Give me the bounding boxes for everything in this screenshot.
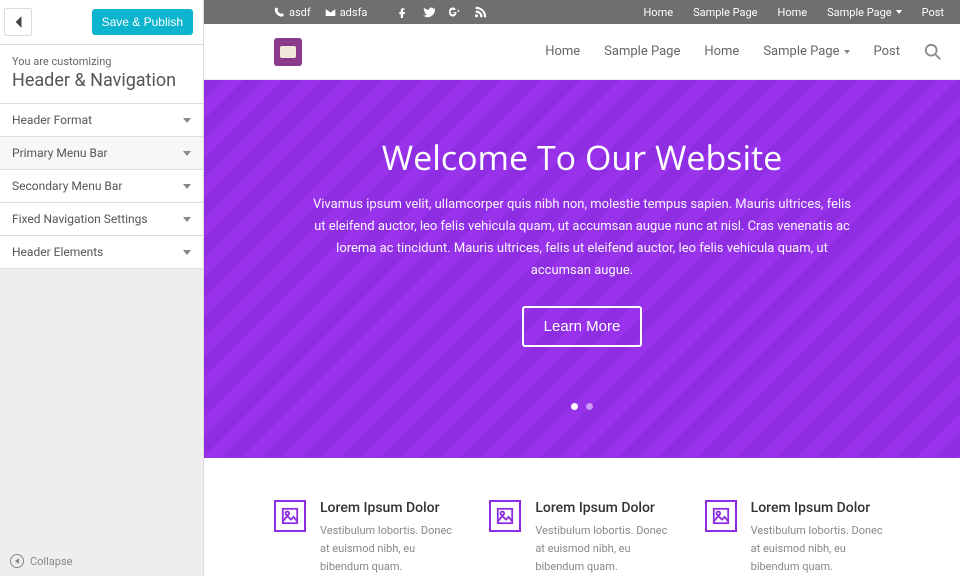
sidebar-title-block: You are customizing Header & Navigation <box>0 45 203 104</box>
topnav-home-2[interactable]: Home <box>778 6 808 19</box>
topnav-home[interactable]: Home <box>643 6 673 19</box>
accordion-label: Header Elements <box>12 245 103 259</box>
rss-icon[interactable] <box>475 6 487 18</box>
collapse-label: Collapse <box>30 555 72 568</box>
back-button[interactable] <box>4 8 32 36</box>
social-links <box>397 6 487 18</box>
features-grid: Lorem Ipsum Dolor Vestibulum lobortis. Do… <box>204 458 960 576</box>
main-nav: Home Sample Page Home Sample Page Post <box>545 43 942 61</box>
feature-text: Vestibulum lobortis. Donec at euismod ni… <box>535 522 674 575</box>
feature-title: Lorem Ipsum Dolor <box>751 500 890 516</box>
hero-title: Welcome To Our Website <box>284 134 880 180</box>
slider-dot-1[interactable] <box>571 403 578 410</box>
hero-slider: Welcome To Our Website Vivamus ipsum vel… <box>204 80 960 458</box>
site-logo[interactable] <box>274 38 302 66</box>
chevron-down-icon <box>183 217 191 222</box>
chevron-down-icon <box>844 50 850 54</box>
email-item[interactable]: adsfa <box>325 6 368 19</box>
phone-text: asdf <box>289 6 311 19</box>
chevron-down-icon <box>896 10 902 14</box>
collapse-icon <box>10 554 24 568</box>
chevron-left-icon <box>13 15 23 29</box>
mainnav-sample-page[interactable]: Sample Page <box>604 44 680 59</box>
collapse-button[interactable]: Collapse <box>0 546 203 576</box>
accordion-primary-menu-bar[interactable]: Primary Menu Bar <box>0 137 203 170</box>
topnav-sample-page[interactable]: Sample Page <box>693 6 757 19</box>
chevron-down-icon <box>183 184 191 189</box>
accordion-label: Header Format <box>12 113 92 127</box>
accordion-label: Secondary Menu Bar <box>12 179 123 193</box>
chevron-down-icon <box>183 151 191 156</box>
sidebar-title: Header & Navigation <box>12 70 191 91</box>
mainnav-sample-page-dropdown[interactable]: Sample Page <box>763 44 849 59</box>
accordion-label: Primary Menu Bar <box>12 146 108 160</box>
hero-cta-button[interactable]: Learn More <box>522 306 643 347</box>
feature-title: Lorem Ipsum Dolor <box>535 500 674 516</box>
accordion-label: Fixed Navigation Settings <box>12 212 148 226</box>
topnav-post[interactable]: Post <box>922 6 944 19</box>
save-publish-button[interactable]: Save & Publish <box>92 9 193 35</box>
image-icon <box>489 500 521 532</box>
nav-label: Sample Page <box>827 6 891 19</box>
facebook-icon[interactable] <box>397 6 409 18</box>
nav-label: Sample Page <box>763 44 839 59</box>
search-icon[interactable] <box>924 43 942 61</box>
chevron-down-icon <box>183 250 191 255</box>
envelope-icon <box>325 7 336 18</box>
accordion-header-elements[interactable]: Header Elements <box>0 236 203 269</box>
mainnav-post[interactable]: Post <box>874 44 901 59</box>
slider-dots <box>284 403 880 410</box>
feature-text: Vestibulum lobortis. Donec at euismod ni… <box>751 522 890 575</box>
customizer-sidebar: Save & Publish You are customizing Heade… <box>0 0 204 576</box>
slider-dot-2[interactable] <box>586 403 593 410</box>
secondary-menu-bar: asdf adsfa Home Sample Page Home <box>204 0 960 24</box>
topnav-sample-page-dropdown[interactable]: Sample Page <box>827 6 901 19</box>
feature-title: Lorem Ipsum Dolor <box>320 500 459 516</box>
accordion-secondary-menu-bar[interactable]: Secondary Menu Bar <box>0 170 203 203</box>
image-icon <box>705 500 737 532</box>
phone-icon <box>274 7 285 18</box>
phone-item[interactable]: asdf <box>274 6 311 19</box>
accordion-fixed-navigation[interactable]: Fixed Navigation Settings <box>0 203 203 236</box>
feature-item: Lorem Ipsum Dolor Vestibulum lobortis. Do… <box>274 500 459 575</box>
hero-body: Vivamus ipsum velit, ullamcorper quis ni… <box>312 194 852 282</box>
mainnav-home[interactable]: Home <box>545 44 580 59</box>
sidebar-subtitle: You are customizing <box>12 55 191 68</box>
sidebar-header: Save & Publish <box>0 0 203 45</box>
email-text: adsfa <box>340 6 368 19</box>
topbar-nav: Home Sample Page Home Sample Page Post <box>643 6 944 19</box>
twitter-icon[interactable] <box>423 6 435 18</box>
mainnav-home-2[interactable]: Home <box>704 44 739 59</box>
preview-pane: asdf adsfa Home Sample Page Home <box>204 0 960 576</box>
feature-item: Lorem Ipsum Dolor Vestibulum lobortis. Do… <box>489 500 674 575</box>
chevron-down-icon <box>183 118 191 123</box>
primary-menu-bar: Home Sample Page Home Sample Page Post <box>204 24 960 80</box>
feature-item: Lorem Ipsum Dolor Vestibulum lobortis. Do… <box>705 500 890 575</box>
accordion-header-format[interactable]: Header Format <box>0 104 203 137</box>
feature-text: Vestibulum lobortis. Donec at euismod ni… <box>320 522 459 575</box>
image-icon <box>274 500 306 532</box>
google-plus-icon[interactable] <box>449 6 461 18</box>
